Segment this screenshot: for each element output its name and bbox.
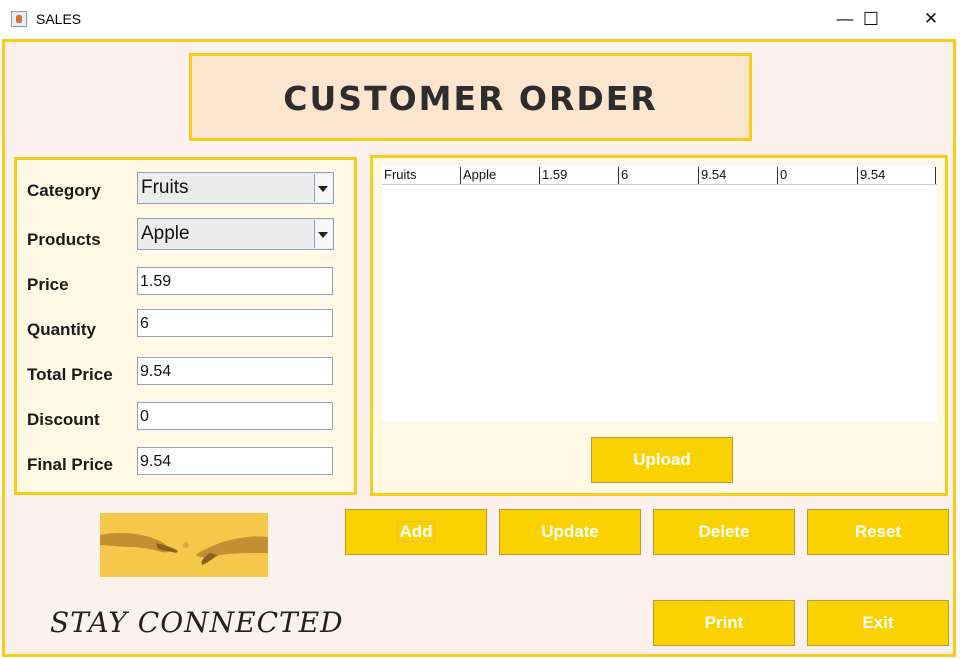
table-cell-category: Fruits (384, 167, 417, 182)
chevron-down-icon[interactable] (314, 174, 332, 202)
add-button-label: Add (397, 521, 435, 542)
chevron-down-icon[interactable] (314, 220, 332, 248)
products-select[interactable]: Apple (137, 218, 334, 250)
products-select-value: Apple (141, 223, 190, 244)
table-cell-quantity: 6 (618, 167, 698, 184)
upload-button[interactable]: Upload (591, 437, 733, 483)
table-cell-discount: 0 (777, 167, 857, 184)
page-title: CUSTOMER ORDER (283, 79, 658, 118)
final-price-field[interactable]: 9.54 (137, 447, 333, 475)
table-cell-total: 9.54 (698, 167, 777, 184)
exit-button[interactable]: Exit (807, 600, 949, 646)
table-cell-final: 9.54 (857, 167, 936, 184)
price-field[interactable]: 1.59 (137, 267, 333, 295)
hands-illustration (100, 513, 268, 577)
add-button[interactable]: Add (345, 509, 487, 555)
category-select-value: Fruits (141, 177, 189, 198)
close-button[interactable]: ✕ (908, 0, 954, 38)
tagline-text: STAY CONNECTED (50, 606, 344, 639)
final-price-label: Final Price (27, 455, 113, 474)
reset-button[interactable]: Reset (807, 509, 949, 555)
total-price-field[interactable]: 9.54 (137, 357, 333, 385)
header-banner: CUSTOMER ORDER (189, 53, 752, 141)
category-select[interactable]: Fruits (137, 172, 334, 204)
delete-button[interactable]: Delete (653, 509, 795, 555)
update-button[interactable]: Update (499, 509, 641, 555)
table-cell-product: Apple (460, 167, 539, 184)
title-bar: SALES — ☐ ✕ (0, 0, 960, 38)
order-table[interactable]: Fruits Apple 1.59 6 9.54 0 9.54 (382, 166, 937, 421)
window-title: SALES (36, 11, 82, 27)
table-row[interactable]: Fruits Apple 1.59 6 9.54 0 9.54 (382, 166, 937, 185)
quantity-label: Quantity (27, 320, 96, 339)
table-cell-price: 1.59 (539, 167, 618, 184)
quantity-field[interactable]: 6 (137, 309, 333, 337)
category-label: Category (27, 181, 101, 200)
discount-field[interactable]: 0 (137, 402, 333, 430)
java-app-icon (11, 11, 27, 27)
price-label: Price (27, 275, 69, 294)
print-button[interactable]: Print (653, 600, 795, 646)
creation-of-adam-image (100, 513, 268, 577)
total-price-label: Total Price (27, 365, 113, 384)
products-label: Products (27, 230, 101, 249)
discount-label: Discount (27, 410, 100, 429)
maximize-button[interactable]: ☐ (848, 0, 894, 38)
